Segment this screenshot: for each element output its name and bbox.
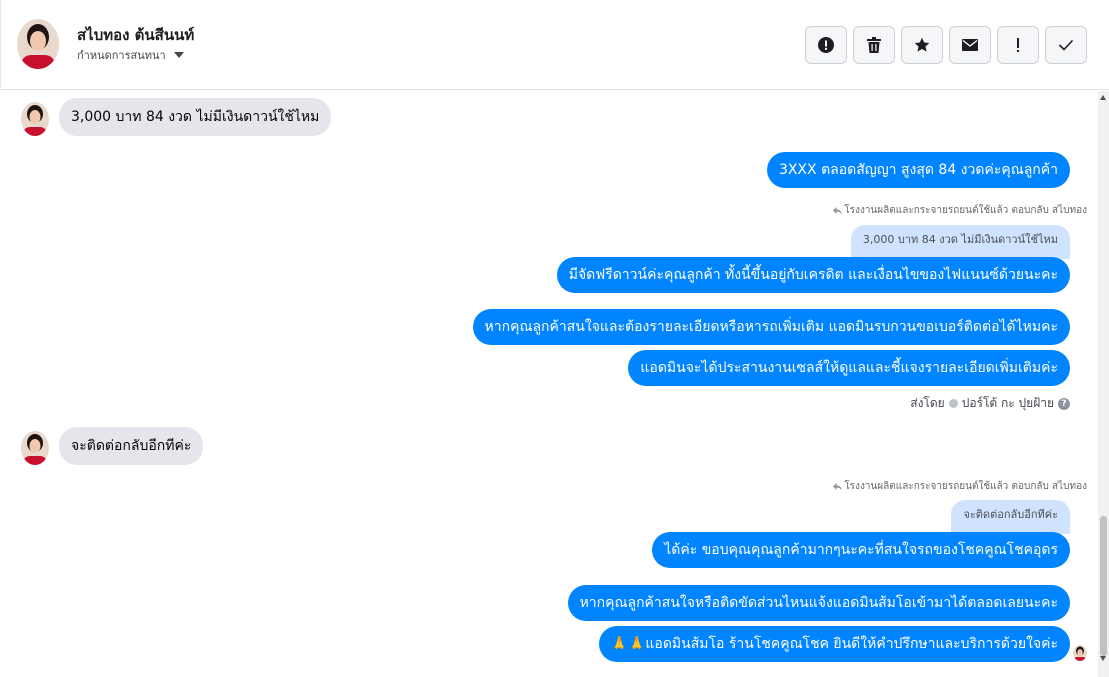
outgoing-message[interactable]: ได้ค่ะ ขอบคุณคุณลูกค้ามากๆนะคะที่สนใจรถข… — [652, 532, 1070, 568]
follow-up-button[interactable] — [997, 26, 1039, 64]
contact-avatar-small — [21, 102, 49, 136]
outgoing-message[interactable]: 3XXX ตลอดสัญญา สูงสุด 84 งวดค่ะคุณลูกค้า — [766, 152, 1070, 188]
help-icon[interactable]: ? — [1058, 397, 1070, 410]
outgoing-message[interactable]: หากคุณลูกค้าสนใจและต้องรายละเอียดหรือหาร… — [472, 309, 1070, 345]
star-icon — [914, 37, 930, 52]
quoted-message[interactable]: 3,000 บาท 84 งวด ไม่มีเงินดาวน์ใช้ไหม — [850, 225, 1070, 259]
scroll-up-icon[interactable] — [1100, 95, 1106, 100]
delete-button[interactable] — [853, 26, 895, 64]
alert-circle-icon — [818, 37, 834, 53]
mark-unread-button[interactable] — [949, 26, 991, 64]
scroll-down-icon[interactable] — [1100, 656, 1106, 661]
sent-by-label: ส่งโดย — [910, 396, 945, 410]
incoming-message[interactable]: 3,000 บาท 84 งวด ไม่มีเงินดาวน์ใช้ไหม — [59, 98, 332, 136]
outgoing-message[interactable]: 🙏🙏แอดมินส้มโอ ร้านโชคคูณโชค ยินดีให้คำปร… — [598, 626, 1070, 662]
done-button[interactable] — [1045, 26, 1087, 64]
star-button[interactable] — [901, 26, 943, 64]
caret-down-icon — [173, 52, 184, 58]
contact-avatar-small — [21, 431, 49, 465]
assign-conversation-dropdown[interactable]: กำหนดการสนทนา — [77, 46, 184, 64]
outgoing-message[interactable]: แอดมินจะได้ประสานงานเซลส์ให้ดูแลและชี้แจ… — [628, 350, 1070, 386]
reply-meta-text: โรงงานผลิตและกระจายรถยนต์ใช้แล้ว ตอบกลับ… — [844, 481, 1087, 492]
spam-button[interactable] — [805, 26, 847, 64]
sent-by-indicator: ส่งโดย ปอร์โต้ กะ ปุยฝ้าย ? — [910, 394, 1070, 413]
reply-arrow-icon — [833, 482, 843, 490]
reply-meta-text: โรงงานผลิตและกระจายรถยนต์ใช้แล้ว ตอบกลับ… — [844, 205, 1087, 216]
reply-arrow-icon — [833, 206, 843, 214]
contact-avatar[interactable] — [17, 19, 59, 69]
outgoing-message[interactable]: มีจัดฟรีดาวน์ค่ะคุณลูกค้า ทั้งนี้ขึ้นอยู… — [556, 257, 1070, 293]
verified-dot-icon — [948, 399, 958, 408]
trash-icon — [867, 37, 881, 53]
incoming-message[interactable]: จะติดต่อกลับอีกทีค่ะ — [59, 427, 204, 465]
quoted-message[interactable]: จะติดต่อกลับอีกทีค่ะ — [951, 500, 1070, 534]
contact-name[interactable]: สไบทอง ต้นสีนนท์ — [77, 23, 194, 47]
check-icon — [1058, 39, 1074, 51]
message-thread[interactable]: 3,000 บาท 84 งวด ไม่มีเงินดาวน์ใช้ไหม 3X… — [0, 91, 1098, 677]
exclamation-icon — [1017, 38, 1019, 52]
conversation-header: สไบทอง ต้นสีนนท์ กำหนดการสนทนา — [0, 0, 1109, 90]
envelope-icon — [962, 39, 978, 51]
sent-by-name: ปอร์โต้ กะ ปุยฝ้าย — [961, 396, 1054, 410]
outgoing-message[interactable]: หากคุณลูกค้าสนใจหรือติดขัดส่วนไหนแจ้งแอด… — [567, 585, 1070, 621]
seen-avatar — [1073, 645, 1087, 661]
reply-indicator: โรงงานผลิตและกระจายรถยนต์ใช้แล้ว ตอบกลับ… — [833, 479, 1087, 494]
reply-indicator: โรงงานผลิตและกระจายรถยนต์ใช้แล้ว ตอบกลับ… — [833, 203, 1087, 218]
header-actions — [805, 26, 1087, 64]
scrollbar[interactable] — [1098, 91, 1109, 677]
assign-label: กำหนดการสนทนา — [77, 49, 166, 62]
scrollbar-thumb[interactable] — [1100, 516, 1107, 656]
